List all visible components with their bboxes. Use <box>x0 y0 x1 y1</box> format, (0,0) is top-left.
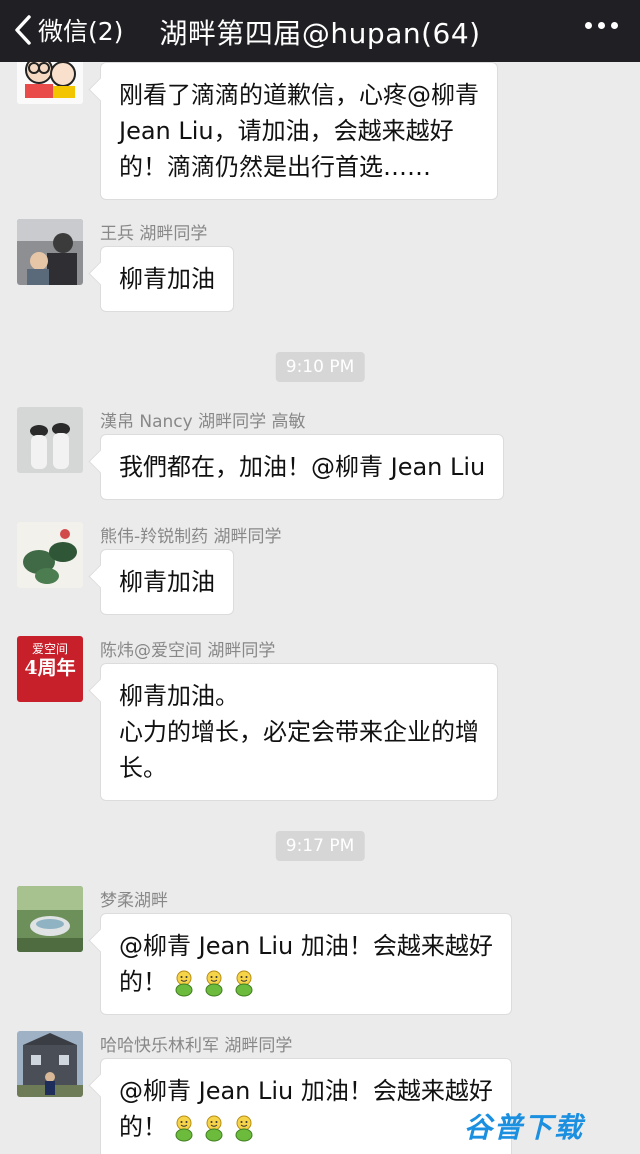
cheer-emoji-group <box>167 1113 257 1142</box>
avatar[interactable] <box>17 522 83 588</box>
watermark: 谷普下载 <box>463 1111 584 1144</box>
cheer-emoji <box>235 970 253 997</box>
timestamp: 9:17 PM <box>275 831 365 861</box>
message-bubble[interactable]: @柳青 Jean Liu 加油！会越来越好 的！ <box>100 1058 512 1154</box>
chat-area[interactable]: 刚看了滴滴的道歉信，心疼@柳青 Jean Liu，请加油，会越来越好 的！滴滴仍… <box>0 62 640 1154</box>
sender-name: 王兵 湖畔同学 <box>100 224 208 244</box>
message-bubble[interactable]: @柳青 Jean Liu 加油！会越来越好 的！ <box>100 913 512 1015</box>
avatar[interactable] <box>17 1031 83 1097</box>
message-bubble[interactable]: 我們都在，加油！@柳青 Jean Liu <box>100 434 505 500</box>
sender-name: 漢帛 Nancy 湖畔同学 高敏 <box>100 412 306 432</box>
cheer-emoji <box>205 1115 223 1142</box>
sender-name: 梦柔湖畔 <box>100 891 168 911</box>
cheer-emoji <box>235 1115 253 1142</box>
cheer-emoji <box>205 970 223 997</box>
avatar[interactable] <box>17 219 83 285</box>
message-bubble[interactable]: 刚看了滴滴的道歉信，心疼@柳青 Jean Liu，请加油，会越来越好 的！滴滴仍… <box>100 62 498 200</box>
sender-name: 哈哈快乐林利军 湖畔同学 <box>100 1036 293 1056</box>
timestamp: 9:10 PM <box>275 352 365 382</box>
message-bubble[interactable]: 柳青加油 <box>100 246 234 312</box>
avatar[interactable]: 爱空间 4周年 <box>17 636 83 702</box>
message-bubble[interactable]: 柳青加油 <box>100 549 234 615</box>
cheer-emoji-group <box>167 968 257 997</box>
message-bubble[interactable]: 柳青加油。 心力的增长，必定会带来企业的增 长。 <box>100 663 498 801</box>
more-icon[interactable] <box>585 22 618 29</box>
chat-title: 湖畔第四届@hupan(64) <box>159 17 481 50</box>
sender-name: 熊伟-羚锐制药 湖畔同学 <box>100 527 282 547</box>
avatar[interactable] <box>17 62 83 104</box>
nav-bar: 微信(2) 湖畔第四届@hupan(64) <box>0 0 640 62</box>
avatar[interactable] <box>17 886 83 952</box>
avatar[interactable] <box>17 407 83 473</box>
cheer-emoji <box>175 970 193 997</box>
cheer-emoji <box>175 1115 193 1142</box>
sender-name: 陈炜@爱空间 湖畔同学 <box>100 641 276 661</box>
